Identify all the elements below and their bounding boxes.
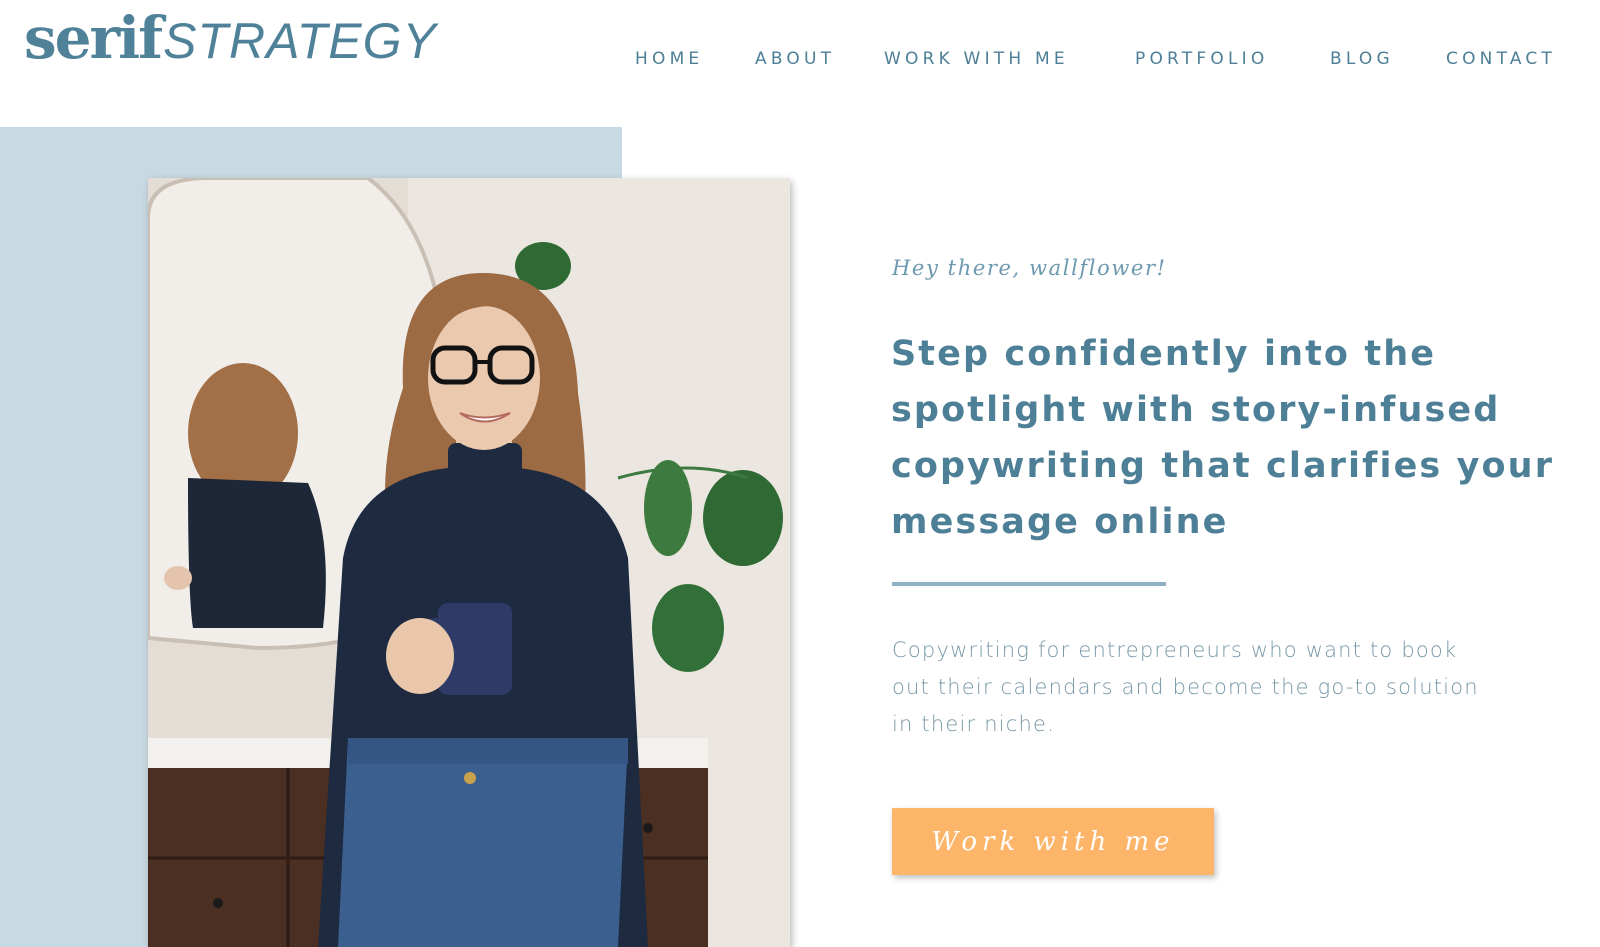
nav-portfolio[interactable]: PORTFOLIO [1135, 44, 1268, 74]
hero-subtext-line: out their calendars and become the go-to… [892, 675, 1479, 699]
hero-subtext-line: Copywriting for entrepreneurs who want t… [892, 638, 1458, 662]
page: serif STRATEGY HOME ABOUT WORK WITH ME P… [0, 0, 1600, 947]
work-with-me-button[interactable]: Work with me [892, 808, 1214, 875]
hero-headline-line: spotlight with story-infused [891, 390, 1501, 430]
main-nav: HOME ABOUT WORK WITH ME PORTFOLIO BLOG C… [0, 44, 1600, 74]
hero-photo [148, 178, 790, 947]
hero-greeting: Hey there, wallflower! [892, 256, 1167, 280]
nav-contact[interactable]: CONTACT [1446, 44, 1556, 74]
hero-headline: Step confidently into the spotlight with… [891, 326, 1571, 550]
hero-headline-line: message online [891, 502, 1229, 542]
nav-home[interactable]: HOME [635, 44, 703, 74]
hero-headline-line: copywriting that clarifies your [891, 446, 1555, 486]
nav-work-with-me[interactable]: WORK WITH ME [884, 44, 1069, 74]
hero-subtext-line: in their niche. [892, 712, 1056, 736]
headline-divider [892, 582, 1166, 586]
hero-subtext: Copywriting for entrepreneurs who want t… [892, 632, 1532, 743]
portrait-illustration [148, 178, 790, 947]
nav-blog[interactable]: BLOG [1330, 44, 1394, 74]
nav-about[interactable]: ABOUT [755, 44, 835, 74]
hero-headline-line: Step confidently into the [891, 334, 1437, 374]
